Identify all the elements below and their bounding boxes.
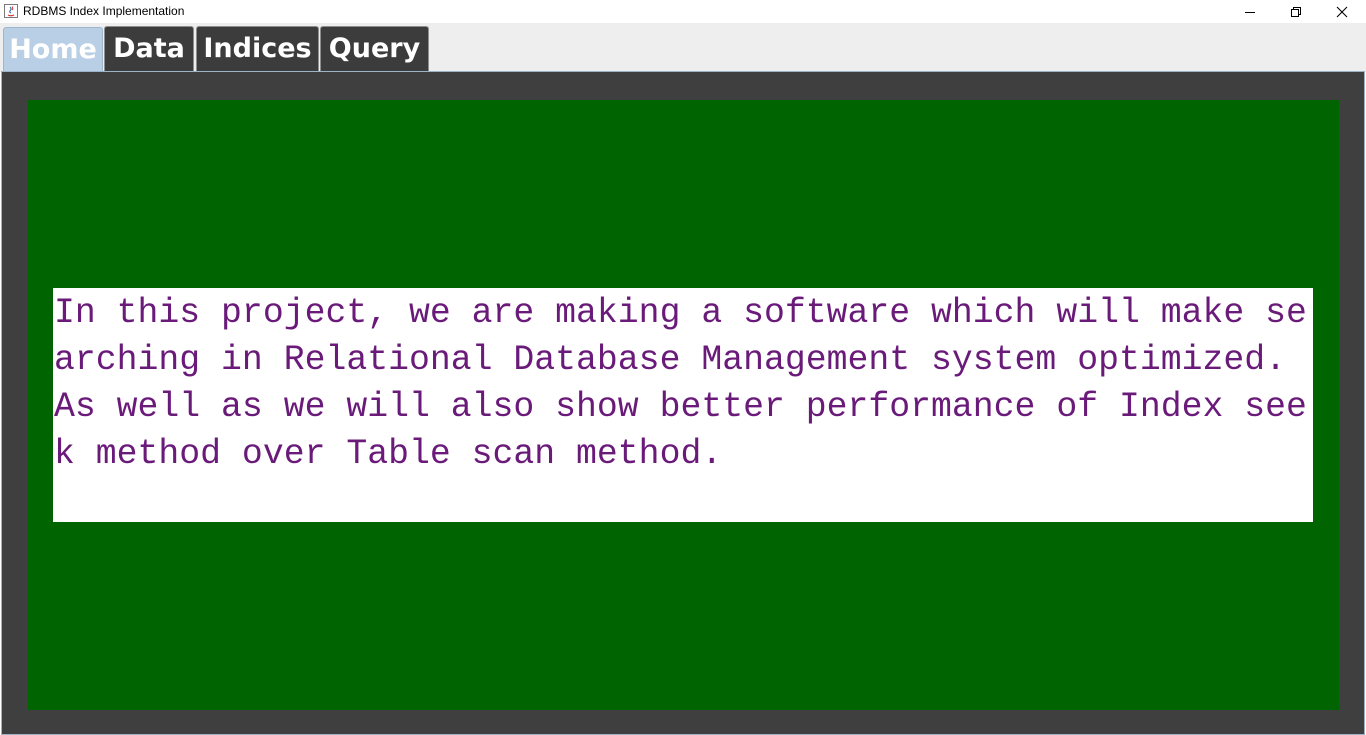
java-app-icon: [4, 4, 18, 18]
app-window: RDBMS Index Implementation Home Data Ind…: [0, 0, 1366, 735]
restore-button[interactable]: [1273, 0, 1319, 23]
tab-home[interactable]: Home: [3, 27, 103, 72]
close-button[interactable]: [1319, 0, 1365, 23]
title-bar[interactable]: RDBMS Index Implementation: [0, 0, 1366, 23]
minimize-icon: [1245, 11, 1255, 13]
home-panel: In this project, we are making a softwar…: [28, 100, 1339, 710]
tab-data[interactable]: Data: [104, 26, 194, 71]
tab-indices[interactable]: Indices: [196, 26, 319, 71]
tab-content-area: In this project, we are making a softwar…: [1, 71, 1365, 735]
tab-strip: Home Data Indices Query: [0, 23, 1366, 72]
close-icon: [1336, 6, 1348, 17]
project-description: In this project, we are making a softwar…: [54, 294, 1307, 474]
description-text-area[interactable]: In this project, we are making a softwar…: [53, 288, 1313, 522]
window-title: RDBMS Index Implementation: [23, 4, 185, 18]
restore-icon: [1291, 6, 1301, 17]
minimize-button[interactable]: [1227, 0, 1273, 23]
tab-query[interactable]: Query: [320, 26, 429, 71]
